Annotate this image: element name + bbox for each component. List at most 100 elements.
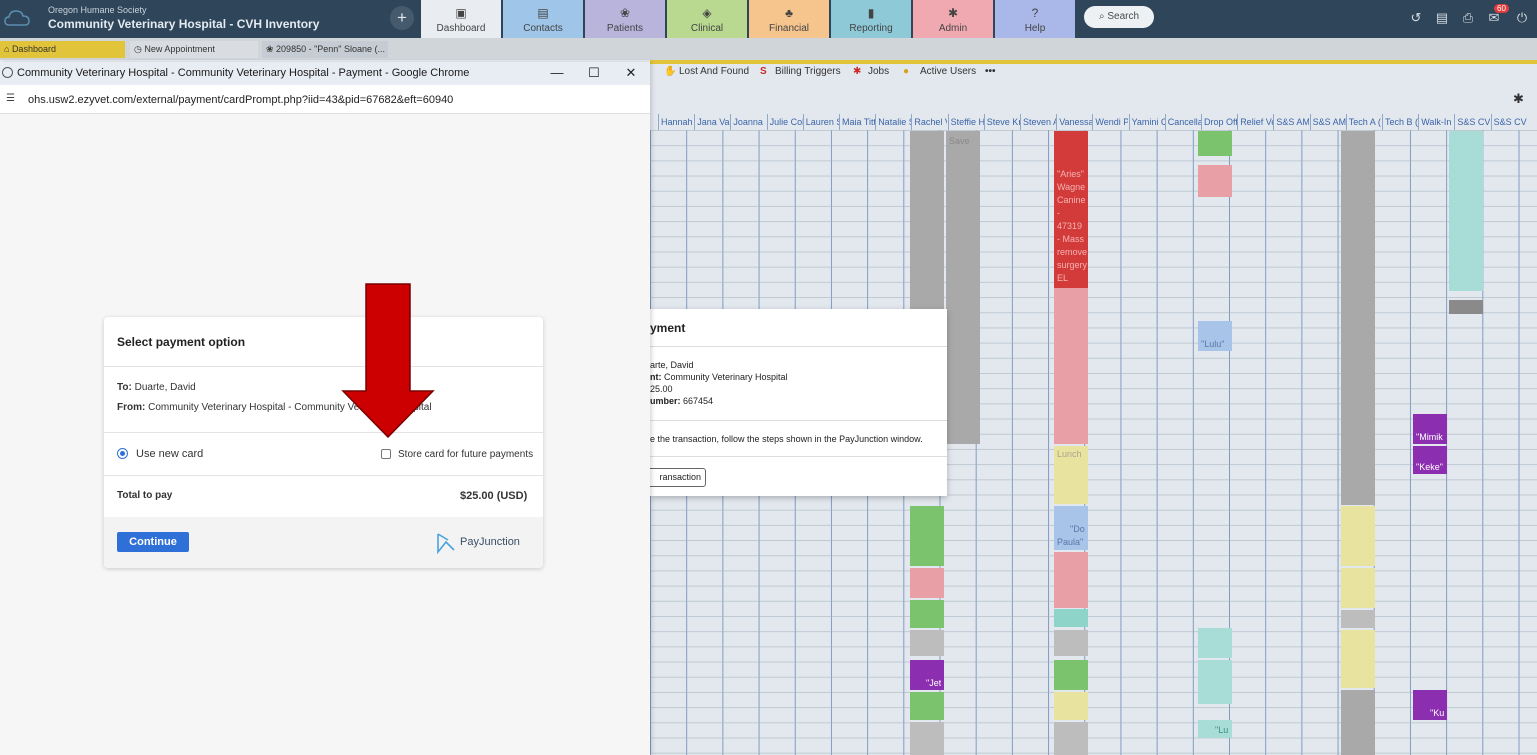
- column-header[interactable]: Vanessa: [1056, 114, 1092, 130]
- appointment-block[interactable]: [910, 600, 944, 628]
- appointment-text: "Keke": [1416, 462, 1443, 472]
- appointment-block[interactable]: [1341, 131, 1375, 505]
- toolbar-jobs[interactable]: Jobs: [868, 66, 889, 77]
- history-icon[interactable]: ↺: [1408, 10, 1424, 26]
- column-header[interactable]: Julie Col: [766, 114, 803, 130]
- printer-icon[interactable]: ⎙: [1460, 10, 1476, 26]
- column-header[interactable]: Hannah: [658, 114, 694, 130]
- column-header[interactable]: Steven A: [1020, 114, 1056, 130]
- column-header[interactable]: Joanna S: [730, 114, 766, 130]
- appointment-block[interactable]: [1054, 660, 1088, 690]
- appointment-block[interactable]: [1198, 660, 1232, 704]
- document-icon[interactable]: ▤: [1434, 10, 1450, 26]
- toolbar-billing-triggers[interactable]: Billing Triggers: [775, 66, 841, 77]
- column-header[interactable]: Walk-In: [1418, 114, 1454, 130]
- nav-tab-financial[interactable]: ♣ Financial: [749, 0, 829, 38]
- toolbar-active-users[interactable]: Active Users: [920, 66, 976, 77]
- appointment-block[interactable]: [910, 506, 944, 566]
- column-header[interactable]: S&S AM: [1273, 114, 1309, 130]
- appointment-block[interactable]: [1054, 609, 1088, 627]
- column-header[interactable]: Tech B (V: [1382, 114, 1418, 130]
- column-header[interactable]: Steve Kr: [983, 114, 1020, 130]
- appointment-block[interactable]: [1198, 131, 1232, 156]
- appointment-block[interactable]: [1198, 628, 1232, 658]
- add-button[interactable]: +: [390, 6, 414, 30]
- store-card-label[interactable]: Store card for future payments: [398, 449, 533, 460]
- nav-tab-admin[interactable]: ✱ Admin: [913, 0, 993, 38]
- appointment-block[interactable]: [1341, 610, 1375, 628]
- appointment-block[interactable]: [1449, 300, 1483, 314]
- nav-tab-dashboard[interactable]: ▣ Dashboard: [421, 0, 501, 38]
- save-text: Save: [949, 136, 970, 146]
- toolbar-lost-and-found[interactable]: Lost And Found: [679, 66, 749, 77]
- column-header[interactable]: Cancella: [1164, 114, 1201, 130]
- column-header[interactable]: Lauren S: [802, 114, 839, 130]
- appointment-block[interactable]: [1341, 630, 1375, 688]
- more-options-icon[interactable]: •••: [985, 66, 996, 77]
- organization-name: Oregon Humane Society: [48, 5, 147, 15]
- maximize-button[interactable]: ☐: [583, 64, 605, 82]
- column-header[interactable]: S&S CVI: [1454, 114, 1490, 130]
- column-header[interactable]: Steffie H: [947, 114, 984, 130]
- column-header[interactable]: Wendi Pi: [1092, 114, 1128, 130]
- appointment-block[interactable]: [1341, 690, 1375, 755]
- site-info-icon[interactable]: ☰: [6, 94, 18, 104]
- column-header[interactable]: Maia Titt: [839, 114, 875, 130]
- appointment-block[interactable]: [1054, 722, 1088, 755]
- settings-gear-icon[interactable]: ✱: [1513, 91, 1524, 107]
- close-button[interactable]: ✕: [620, 64, 642, 82]
- to-label: To:: [117, 382, 132, 393]
- window-tab[interactable]: ⌂ Dashboard: [0, 41, 125, 58]
- minimize-button[interactable]: —: [546, 64, 568, 82]
- appointment-block[interactable]: [1054, 288, 1088, 444]
- lunch-text: Lunch: [1057, 449, 1082, 459]
- store-card-checkbox[interactable]: [381, 449, 391, 459]
- nav-tab-help[interactable]: ? Help: [995, 0, 1075, 38]
- divider: [650, 456, 947, 457]
- appointment-block[interactable]: [1198, 165, 1232, 197]
- column-header[interactable]: Relief Ve: [1237, 114, 1273, 130]
- nav-tab-label: Contacts: [523, 23, 563, 34]
- column-header[interactable]: Tech A (: [1345, 114, 1382, 130]
- column-header[interactable]: Yamini C: [1128, 114, 1165, 130]
- power-icon[interactable]: ⏻: [1514, 10, 1530, 26]
- clinical-icon: ◈: [702, 6, 712, 20]
- appointment-block[interactable]: [1054, 630, 1088, 656]
- appointment-block[interactable]: [910, 630, 944, 656]
- cloud-logo-icon[interactable]: [4, 8, 30, 30]
- appointment-block[interactable]: [1054, 692, 1088, 720]
- nav-tab-patients[interactable]: ❀ Patients: [585, 0, 665, 38]
- invoice-number-value: 667454: [683, 396, 714, 406]
- column-header[interactable]: Drop Off: [1201, 114, 1237, 130]
- appointment-block[interactable]: [946, 131, 980, 444]
- url-text[interactable]: ohs.usw2.ezyvet.com/external/payment/car…: [28, 94, 453, 106]
- window-tab[interactable]: ◷ New Appointment: [130, 41, 258, 58]
- nav-tab-clinical[interactable]: ◈ Clinical: [667, 0, 747, 38]
- red-arrow-annotation: [341, 283, 435, 438]
- window-tab[interactable]: ❀ 209850 - "Penn" Sloane (...: [262, 41, 388, 58]
- nav-tab-contacts[interactable]: ▤ Contacts: [503, 0, 583, 38]
- divider: [104, 475, 543, 476]
- use-new-card-label[interactable]: Use new card: [136, 448, 203, 460]
- appointment-block[interactable]: [910, 568, 944, 598]
- search-button[interactable]: ⌕ Search: [1084, 6, 1154, 28]
- column-header[interactable]: S&S CVI: [1490, 114, 1527, 130]
- appointment-block[interactable]: [910, 692, 944, 720]
- appointment-block[interactable]: [1341, 506, 1375, 566]
- nav-tab-reporting[interactable]: ▮ Reporting: [831, 0, 911, 38]
- continue-button[interactable]: Continue: [117, 532, 189, 552]
- appointment-block[interactable]: [910, 722, 944, 755]
- appointment-block[interactable]: [1054, 552, 1088, 608]
- appointment-block[interactable]: [1341, 568, 1375, 608]
- column-header[interactable]: S&S AM: [1309, 114, 1346, 130]
- column-header[interactable]: Natalie S: [875, 114, 911, 130]
- cancel-transaction-button[interactable]: ransaction: [646, 468, 706, 487]
- site-name[interactable]: Community Veterinary Hospital - CVH Inve…: [48, 17, 319, 31]
- divider: [650, 420, 947, 421]
- window-tab-label: 209850 - "Penn" Sloane (...: [276, 44, 386, 54]
- invoice-number-label: umber:: [650, 396, 681, 406]
- column-header[interactable]: Jana Vai: [694, 114, 730, 130]
- appointment-block[interactable]: [1449, 131, 1483, 291]
- gear-icon: ✱: [947, 6, 959, 20]
- column-header[interactable]: Rachel V: [911, 114, 947, 130]
